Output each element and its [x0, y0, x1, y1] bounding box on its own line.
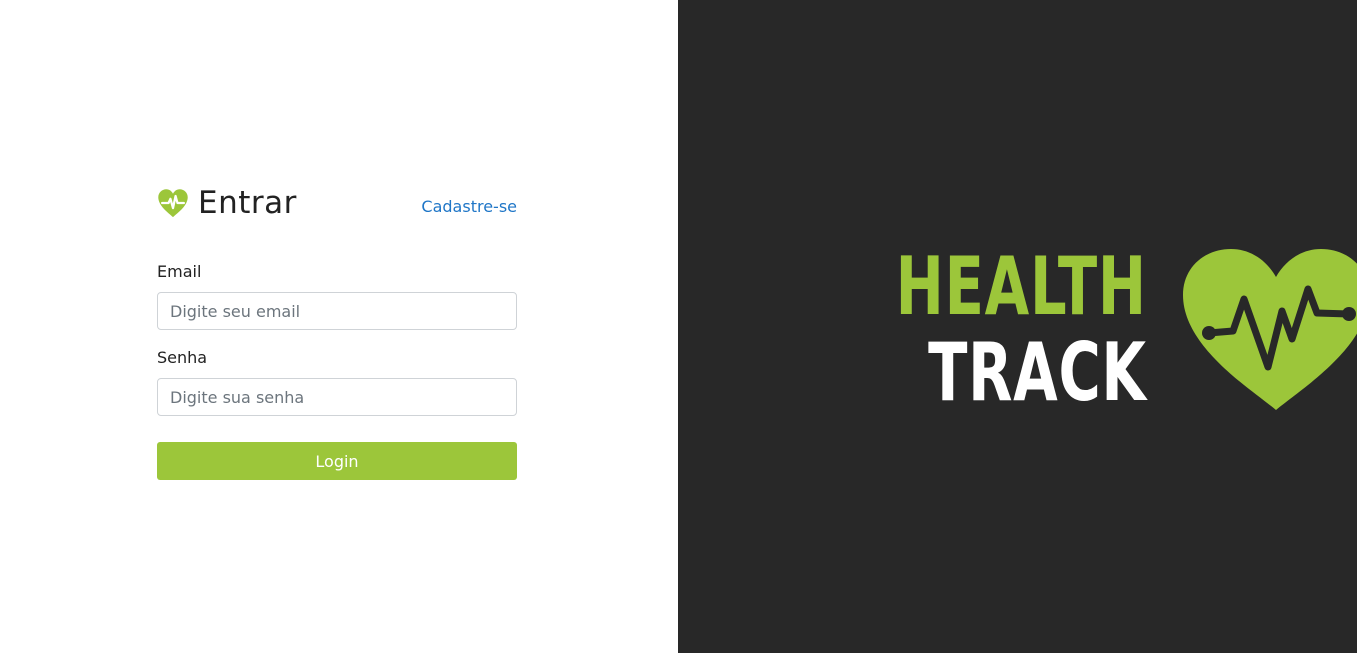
form-title-group: Entrar [157, 185, 297, 221]
login-panel: Entrar Cadastre-se Email Senha Login [0, 0, 678, 653]
brand-panel: HEALTH TRACK [678, 0, 1357, 653]
brand-wordmark: HEALTH TRACK [798, 244, 1147, 416]
email-label: Email [157, 262, 202, 281]
login-form: Entrar Cadastre-se Email Senha Login [157, 184, 517, 480]
register-link[interactable]: Cadastre-se [421, 197, 517, 216]
login-button[interactable]: Login [157, 442, 517, 480]
password-label: Senha [157, 348, 208, 367]
heart-pulse-icon [1182, 249, 1357, 410]
login-page: Entrar Cadastre-se Email Senha Login HEA… [0, 0, 1357, 653]
brand-word-health: HEALTH [895, 240, 1147, 333]
heart-pulse-icon [158, 189, 188, 218]
email-field[interactable] [157, 292, 517, 330]
password-field[interactable] [157, 378, 517, 416]
form-header: Entrar Cadastre-se [157, 184, 517, 222]
brand-logo: HEALTH TRACK [798, 244, 1357, 416]
brand-word-track: TRACK [928, 326, 1147, 419]
page-title: Entrar [198, 185, 297, 221]
